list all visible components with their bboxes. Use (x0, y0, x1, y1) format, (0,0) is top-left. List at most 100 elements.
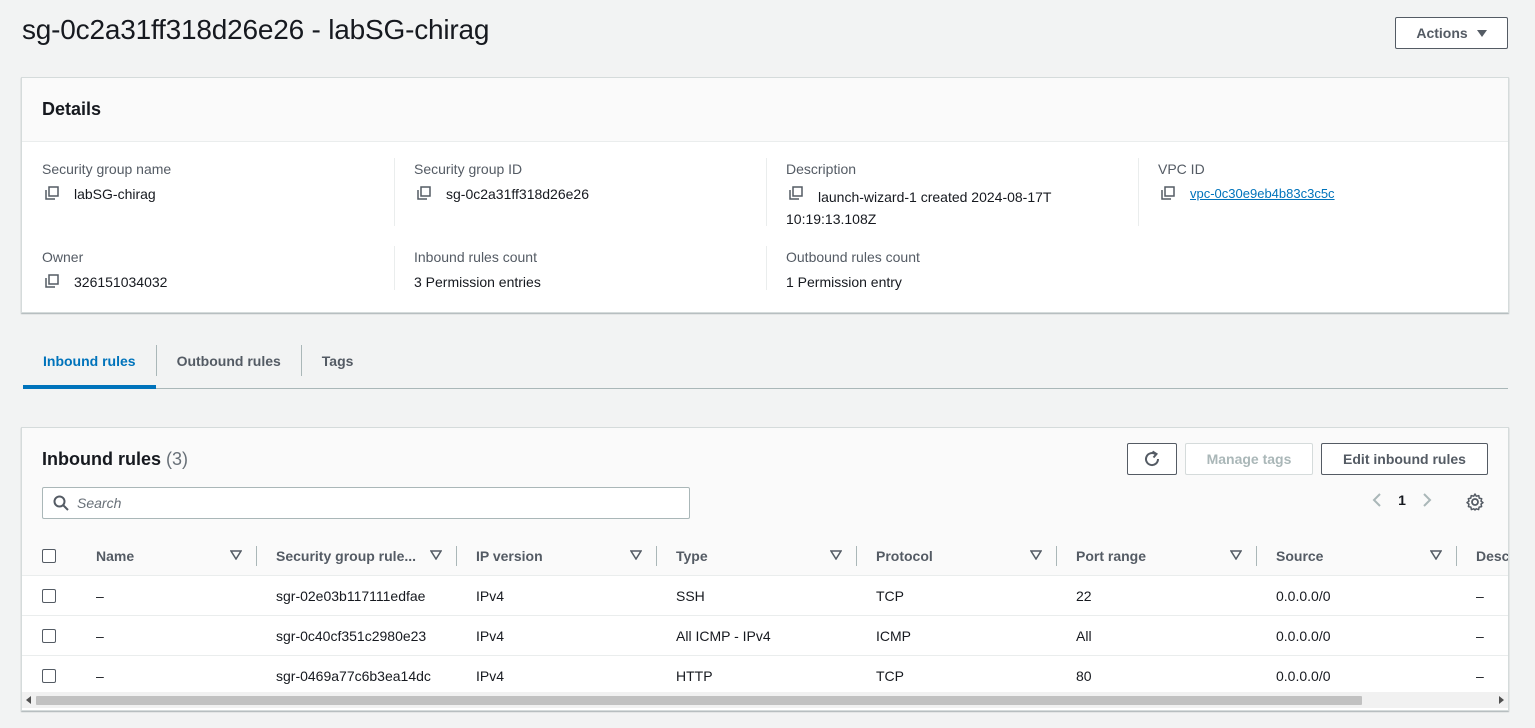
column-header-description[interactable]: Descr (1476, 536, 1508, 576)
cell-name: – (96, 588, 104, 604)
vpc-id-link[interactable]: vpc-0c30e9eb4b83c3c5c (1190, 183, 1335, 205)
outbound-count-label: Outbound rules count (786, 249, 920, 265)
inbound-rules-panel: Inbound rules (3) Manage tags Edit inbou… (21, 427, 1509, 711)
copy-icon[interactable] (1158, 183, 1178, 205)
tab-inbound-rules[interactable]: Inbound rules (23, 333, 156, 389)
refresh-icon (1145, 450, 1160, 467)
cell-protocol: TCP (876, 588, 904, 604)
scroll-right-icon[interactable] (1499, 696, 1504, 704)
sort-icon[interactable] (1030, 550, 1042, 560)
row-checkbox[interactable] (42, 589, 56, 603)
vpc-id-field: VPC ID vpc-0c30e9eb4b83c3c5c (1158, 161, 1335, 205)
tab-outbound-rules[interactable]: Outbound rules (157, 333, 301, 388)
column-header-protocol[interactable]: Protocol (876, 536, 933, 576)
page-number[interactable]: 1 (1396, 492, 1408, 508)
column-header-type[interactable]: Type (676, 536, 708, 576)
column-header-ip-version[interactable]: IP version (476, 536, 543, 576)
sort-icon[interactable] (1430, 550, 1442, 560)
column-divider[interactable] (656, 546, 657, 566)
column-header-source[interactable]: Source (1276, 536, 1323, 576)
inbound-count-field: Inbound rules count 3 Permission entries (414, 249, 541, 293)
details-heading: Details (42, 99, 102, 119)
owner-label: Owner (42, 249, 84, 265)
inbound-rules-table: Name Security group rule... IP version T… (22, 536, 1508, 696)
owner-field: Owner 326151034032 (42, 249, 167, 293)
sort-icon[interactable] (230, 550, 242, 560)
table-row[interactable]: – sgr-0c40cf351c2980e23 IPv4 All ICMP - … (22, 616, 1508, 656)
divider (766, 158, 767, 226)
cell-rule-id: sgr-0c40cf351c2980e23 (276, 628, 427, 644)
select-all-checkbox[interactable] (42, 549, 56, 563)
inbound-rules-count: (3) (166, 449, 189, 469)
divider (766, 246, 767, 290)
divider (394, 246, 395, 290)
settings-gear-icon[interactable] (1466, 493, 1484, 514)
inbound-rules-header: Inbound rules (3) Manage tags Edit inbou… (22, 428, 1508, 538)
cell-source: 0.0.0.0/0 (1276, 668, 1331, 684)
column-divider[interactable] (1056, 546, 1057, 566)
description-field: Description launch-wizard-1 created 2024… (786, 161, 1066, 227)
cell-description: – (1476, 668, 1484, 684)
cell-port-range: 22 (1076, 588, 1092, 604)
edit-inbound-rules-button[interactable]: Edit inbound rules (1321, 443, 1488, 475)
sort-icon[interactable] (430, 550, 442, 560)
copy-icon[interactable] (42, 271, 62, 293)
caret-down-icon (1476, 29, 1487, 37)
cell-description: – (1476, 628, 1484, 644)
actions-button[interactable]: Actions (1395, 17, 1508, 49)
refresh-button[interactable] (1127, 443, 1177, 475)
details-header: Details (22, 78, 1508, 142)
column-divider[interactable] (856, 546, 857, 566)
manage-tags-button[interactable]: Manage tags (1185, 443, 1313, 475)
inbound-count-label: Inbound rules count (414, 249, 537, 265)
cell-ip-version: IPv4 (476, 588, 505, 604)
sort-icon[interactable] (830, 550, 842, 560)
sg-id-value: sg-0c2a31ff318d26e26 (446, 186, 589, 202)
chevron-left-icon[interactable] (1372, 492, 1382, 508)
column-divider[interactable] (456, 546, 457, 566)
column-header-sg-rule-id[interactable]: Security group rule... (276, 536, 416, 576)
pagination: 1 (1372, 492, 1432, 508)
sg-id-field: Security group ID sg-0c2a31ff318d26e26 (414, 161, 589, 205)
column-divider[interactable] (256, 546, 257, 566)
column-header-name[interactable]: Name (96, 536, 134, 576)
scroll-left-icon[interactable] (26, 696, 31, 704)
inbound-rules-title: Inbound rules (3) (42, 449, 188, 470)
chevron-right-icon[interactable] (1422, 492, 1432, 508)
table-header: Name Security group rule... IP version T… (22, 536, 1508, 576)
sg-name-value: labSG-chirag (74, 186, 156, 202)
column-divider[interactable] (1456, 546, 1457, 566)
scrollbar-thumb[interactable] (36, 696, 1362, 705)
tab-bar: Inbound rules Outbound rules Tags (23, 333, 1508, 389)
copy-icon[interactable] (42, 183, 62, 205)
search-input[interactable] (77, 495, 637, 511)
table-row[interactable]: – sgr-0469a77c6b3ea14dc IPv4 HTTP TCP 80… (22, 656, 1508, 696)
inbound-count-value: 3 Permission entries (414, 274, 541, 290)
column-divider[interactable] (1256, 546, 1257, 566)
column-header-port-range[interactable]: Port range (1076, 536, 1146, 576)
cell-port-range: All (1076, 628, 1092, 644)
copy-icon[interactable] (414, 183, 434, 205)
cell-description: – (1476, 588, 1484, 604)
cell-type: All ICMP - IPv4 (676, 628, 771, 644)
outbound-count-value: 1 Permission entry (786, 274, 902, 290)
table-row[interactable]: – sgr-02e03b117111edfae IPv4 SSH TCP 22 … (22, 576, 1508, 616)
cell-ip-version: IPv4 (476, 668, 505, 684)
cell-ip-version: IPv4 (476, 628, 505, 644)
details-panel: Details Security group name labSG-chirag… (21, 77, 1509, 313)
actions-label: Actions (1416, 25, 1468, 41)
horizontal-scrollbar[interactable] (22, 692, 1508, 708)
row-checkbox[interactable] (42, 629, 56, 643)
sg-name-field: Security group name labSG-chirag (42, 161, 171, 205)
sort-icon[interactable] (1230, 550, 1242, 560)
cell-type: SSH (676, 588, 705, 604)
cell-rule-id: sgr-02e03b117111edfae (276, 588, 426, 604)
tab-tags[interactable]: Tags (302, 333, 374, 388)
sort-icon[interactable] (630, 550, 642, 560)
cell-source: 0.0.0.0/0 (1276, 588, 1331, 604)
row-checkbox[interactable] (42, 669, 56, 683)
sg-id-label: Security group ID (414, 161, 523, 177)
outbound-count-field: Outbound rules count 1 Permission entry (786, 249, 920, 293)
inbound-rules-heading: Inbound rules (42, 449, 161, 469)
cell-type: HTTP (676, 668, 713, 684)
